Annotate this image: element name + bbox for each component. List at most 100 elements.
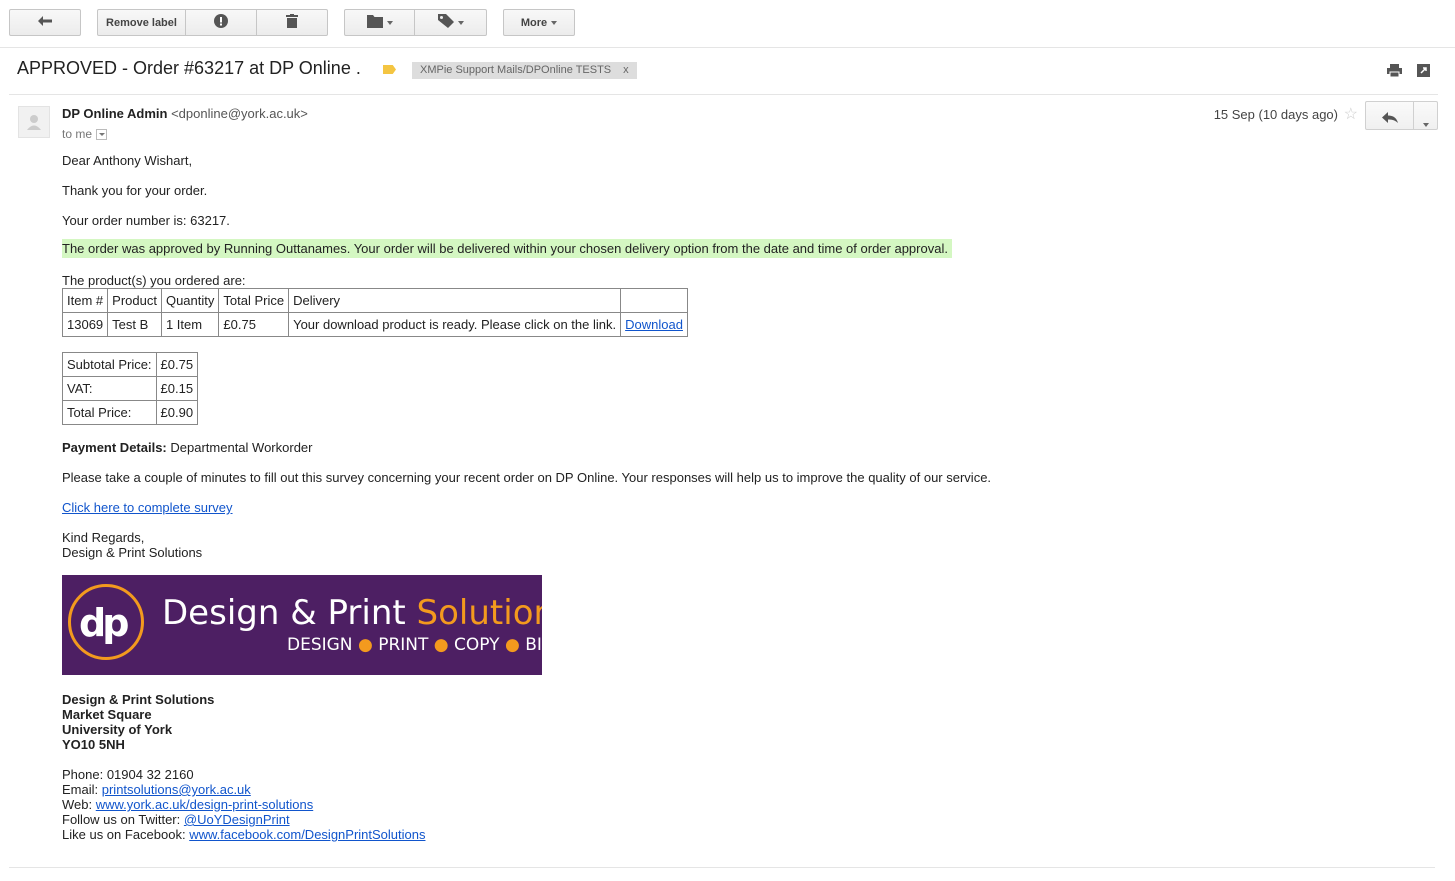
- address-line: University of York: [62, 722, 173, 737]
- facebook-link[interactable]: www.facebook.com/DesignPrintSolutions: [189, 827, 425, 842]
- recipient-text: to me: [62, 127, 93, 141]
- email-label: Email:: [62, 782, 99, 797]
- email-subject: APPROVED - Order #63217 at DP Online .: [17, 58, 361, 78]
- web-line: Web: www.york.ac.uk/design-print-solutio…: [62, 797, 425, 812]
- labels-button[interactable]: [414, 9, 487, 36]
- avatar[interactable]: [18, 106, 50, 138]
- order-table: Item # Product Quantity Total Price Deli…: [61, 288, 688, 337]
- sender-name[interactable]: DP Online Admin: [62, 106, 167, 121]
- report-spam-button[interactable]: [185, 9, 257, 36]
- email-date: 15 Sep (10 days ago): [1213, 107, 1338, 122]
- tagline-dot: ●: [504, 635, 520, 655]
- cell-delivery: Your download product is ready. Please c…: [288, 312, 622, 337]
- twitter-label: Follow us on Twitter:: [62, 812, 181, 827]
- label-chip[interactable]: XMPie Support Mails/DPOnline TESTS x: [412, 62, 637, 79]
- sender-info: DP Online Admin <dponline@york.ac.uk>: [62, 106, 308, 121]
- divider: [9, 94, 1438, 95]
- remove-label-button[interactable]: Remove label: [97, 9, 186, 36]
- recipient-line: to me: [62, 127, 108, 141]
- approval-notice: The order was approved by Running Outtan…: [62, 239, 952, 258]
- remove-label-text: Remove label: [106, 16, 177, 29]
- thanks-text: Thank you for your order.: [62, 183, 208, 198]
- divider: [9, 867, 1435, 868]
- survey-paragraph: Click here to complete survey: [62, 500, 233, 515]
- header-total-price: Total Price: [218, 288, 290, 313]
- survey-link[interactable]: Click here to complete survey: [62, 500, 233, 515]
- sender-email: <dponline@york.ac.uk>: [171, 106, 308, 121]
- greeting: Dear Anthony Wishart,: [62, 153, 193, 168]
- facebook-line: Like us on Facebook: www.facebook.com/De…: [62, 827, 425, 842]
- subtotal-label: Subtotal Price:: [62, 352, 157, 377]
- header-delivery: Delivery: [288, 288, 622, 313]
- tagline-bind: BIND: [525, 635, 542, 655]
- more-actions-chevron-icon[interactable]: [1423, 114, 1429, 132]
- header-quantity: Quantity: [160, 288, 220, 313]
- trash-icon: [286, 14, 298, 31]
- back-arrow-icon: [38, 16, 52, 29]
- folder-icon: [366, 14, 383, 31]
- approval-text: The order was approved by Running Outtan…: [62, 239, 952, 258]
- total-label: Total Price:: [62, 400, 157, 425]
- survey-text: Please take a couple of minutes to fill …: [62, 470, 992, 485]
- web-label: Web:: [62, 797, 93, 812]
- label-chip-text: XMPie Support Mails/DPOnline TESTS: [420, 64, 612, 76]
- email-link[interactable]: printsolutions@york.ac.uk: [102, 782, 251, 797]
- cell-download: Download: [620, 312, 688, 337]
- phone-line: Phone: 01904 32 2160: [62, 767, 194, 782]
- order-number-text: Your order number is: 63217.: [62, 213, 230, 228]
- table-row: VAT: £0.15: [62, 376, 199, 401]
- remove-label-x[interactable]: x: [623, 64, 629, 76]
- products-intro: The product(s) you ordered are:: [62, 273, 246, 288]
- address-line: Market Square: [62, 707, 152, 722]
- cell-item: 13069: [61, 312, 109, 337]
- more-button[interactable]: More: [503, 9, 575, 36]
- reply-icon[interactable]: [1382, 110, 1398, 128]
- header-product: Product: [107, 288, 162, 313]
- reply-button-group: [1365, 101, 1438, 130]
- header-item: Item #: [61, 288, 109, 313]
- payment-value: Departmental Workorder: [170, 440, 313, 455]
- header-blank: [620, 288, 688, 313]
- report-spam-icon: [214, 14, 228, 31]
- company-banner: dp Design & Print Solutions DESIGN ● PRI…: [62, 575, 542, 675]
- chevron-down-icon: [386, 20, 393, 25]
- label-icon: [437, 14, 454, 31]
- address-line: Design & Print Solutions: [62, 692, 215, 707]
- payment-details: Payment Details: Departmental Workorder: [62, 440, 312, 455]
- address-block: Design & Print Solutions Market Square U…: [62, 692, 214, 752]
- vat-label: VAT:: [62, 376, 157, 401]
- subtotal-value: £0.75: [155, 352, 199, 377]
- toolbar: Remove label More: [0, 0, 1455, 48]
- cell-product: Test B: [107, 312, 162, 337]
- tagline-design: DESIGN: [287, 635, 353, 655]
- twitter-link[interactable]: @UoYDesignPrint: [184, 812, 290, 827]
- table-row: Subtotal Price: £0.75: [62, 352, 199, 377]
- show-details-icon[interactable]: [96, 128, 108, 140]
- payment-label: Payment Details:: [62, 440, 167, 455]
- tagline-dot: ●: [357, 635, 373, 655]
- web-link[interactable]: www.york.ac.uk/design-print-solutions: [96, 797, 313, 812]
- contact-block: Phone: 01904 32 2160 Email: printsolutio…: [62, 767, 425, 842]
- cell-quantity: 1 Item: [160, 312, 220, 337]
- move-to-button[interactable]: [344, 9, 415, 36]
- banner-title-white: Design & Print: [162, 593, 417, 633]
- banner-title: Design & Print Solutions: [162, 593, 542, 633]
- table-row: Total Price: £0.90: [62, 400, 199, 425]
- star-icon[interactable]: ☆: [1344, 104, 1358, 124]
- facebook-label: Like us on Facebook:: [62, 827, 186, 842]
- vat-value: £0.15: [155, 376, 199, 401]
- back-button[interactable]: [9, 9, 81, 36]
- more-text: More: [520, 16, 548, 29]
- dp-logo: dp: [79, 601, 129, 645]
- new-window-icon[interactable]: [1417, 64, 1430, 82]
- important-marker-icon[interactable]: [383, 65, 396, 74]
- twitter-line: Follow us on Twitter: @UoYDesignPrint: [62, 812, 425, 827]
- print-icon[interactable]: [1387, 64, 1402, 82]
- tagline-copy: COPY: [454, 635, 500, 655]
- delete-button[interactable]: [256, 9, 328, 36]
- email-line: Email: printsolutions@york.ac.uk: [62, 782, 425, 797]
- download-link[interactable]: Download: [625, 317, 683, 332]
- subject-row: APPROVED - Order #63217 at DP Online . X…: [17, 58, 1438, 86]
- chevron-down-icon: [551, 20, 558, 25]
- chevron-down-icon: [457, 20, 464, 25]
